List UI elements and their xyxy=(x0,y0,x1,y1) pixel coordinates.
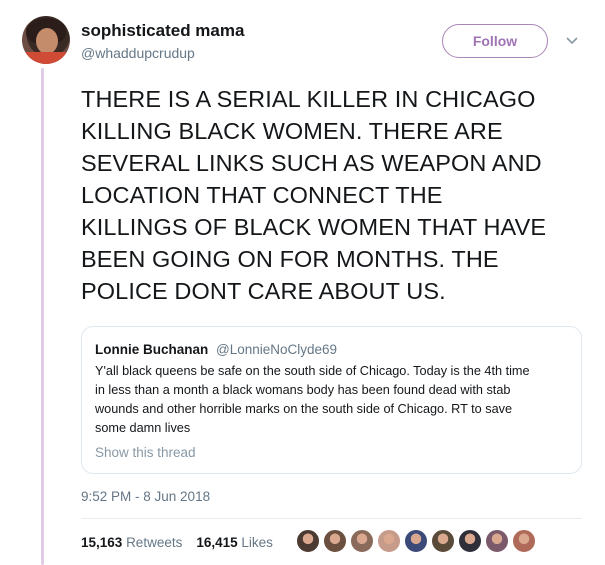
tweet-line: KILLING BLACK WOMEN. THERE ARE xyxy=(81,118,503,144)
quoted-tweet[interactable]: Lonnie Buchanan @LonnieNoClyde69 Y'all b… xyxy=(81,326,582,474)
quoted-author-name: Lonnie Buchanan xyxy=(95,342,209,357)
liker-avatar[interactable] xyxy=(431,529,455,553)
tweet-stats: 15,163 Retweets 16,415 Likes xyxy=(81,535,273,550)
tweet-card: sophisticated mama @whaddupcrudup Follow… xyxy=(0,0,605,565)
quoted-author-handle: @LonnieNoClyde69 xyxy=(216,342,338,357)
thread-line xyxy=(41,68,44,565)
tweet-timestamp[interactable]: 9:52 PM - 8 Jun 2018 xyxy=(81,489,210,504)
tweet-line: SEVERAL LINKS SUCH AS WEAPON AND xyxy=(81,150,542,176)
likes-label: Likes xyxy=(241,535,273,550)
liker-avatar[interactable] xyxy=(404,529,428,553)
liker-avatar[interactable] xyxy=(296,529,320,553)
tweet-line: THERE IS A SERIAL KILLER IN CHICAGO xyxy=(81,86,536,112)
retweets-count: 15,163 xyxy=(81,535,123,550)
quoted-line: some damn lives xyxy=(95,421,191,435)
show-thread-link[interactable]: Show this thread xyxy=(95,445,196,460)
quoted-line: in less than a month a black womans body… xyxy=(95,383,511,397)
author-avatar[interactable] xyxy=(22,16,70,64)
liker-avatar[interactable] xyxy=(323,529,347,553)
tweet-line: BEEN GOING ON FOR MONTHS. THE xyxy=(81,246,499,272)
tweet-line: LOCATION THAT CONNECT THE xyxy=(81,182,443,208)
tweet-line: POLICE DONT CARE ABOUT US. xyxy=(81,278,446,304)
liker-avatars xyxy=(296,529,536,553)
follow-button[interactable]: Follow xyxy=(442,24,548,58)
tweet-text: THERE IS A SERIAL KILLER IN CHICAGO KILL… xyxy=(81,83,591,307)
likes-stat[interactable]: 16,415 Likes xyxy=(196,535,273,550)
divider xyxy=(81,518,582,519)
liker-avatar[interactable] xyxy=(350,529,374,553)
chevron-down-icon[interactable] xyxy=(565,34,579,48)
quoted-line: Y'all black queens be safe on the south … xyxy=(95,364,530,378)
quoted-header: Lonnie Buchanan @LonnieNoClyde69 xyxy=(95,342,337,357)
quoted-text: Y'all black queens be safe on the south … xyxy=(95,362,570,438)
author-name[interactable]: sophisticated mama xyxy=(81,21,244,41)
tweet-line: KILLINGS OF BLACK WOMEN THAT HAVE xyxy=(81,214,547,240)
retweets-stat[interactable]: 15,163 Retweets xyxy=(81,535,182,550)
liker-avatar[interactable] xyxy=(377,529,401,553)
liker-avatar[interactable] xyxy=(485,529,509,553)
quoted-line: wounds and other horrible marks on the s… xyxy=(95,402,513,416)
likes-count: 16,415 xyxy=(196,535,238,550)
liker-avatar[interactable] xyxy=(458,529,482,553)
author-handle[interactable]: @whaddupcrudup xyxy=(81,45,195,61)
liker-avatar[interactable] xyxy=(512,529,536,553)
retweets-label: Retweets xyxy=(126,535,183,550)
